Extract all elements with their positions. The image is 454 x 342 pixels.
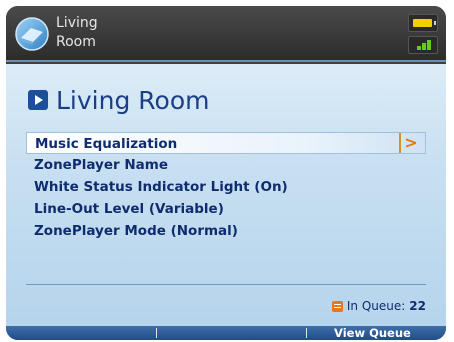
battery-icon	[408, 14, 438, 32]
view-queue-button[interactable]: View Queue	[334, 326, 411, 340]
menu-item-zoneplayer-mode[interactable]: ZonePlayer Mode (Normal)	[26, 220, 426, 242]
chevron-right-icon: >	[399, 133, 421, 153]
signal-icon	[408, 36, 438, 54]
header-bar: Living Room	[6, 6, 446, 62]
menu-item-label: Line-Out Level (Variable)	[34, 201, 224, 217]
screen-frame: Living Room Living Room Music Equalizati…	[6, 6, 446, 340]
header-title-line2: Room	[56, 34, 96, 50]
queue-label: In Queue:	[346, 299, 406, 313]
header-title: Living Room	[56, 14, 176, 52]
menu-item-label: Music Equalization	[35, 136, 178, 152]
settings-menu: Music Equalization > ZonePlayer Name Whi…	[26, 132, 426, 242]
menu-item-zoneplayer-name[interactable]: ZonePlayer Name	[26, 154, 426, 176]
menu-item-line-out-level[interactable]: Line-Out Level (Variable)	[26, 198, 426, 220]
settings-panel: Living Room Music Equalization > ZonePla…	[6, 64, 446, 326]
play-icon	[28, 90, 48, 110]
menu-item-status-light[interactable]: White Status Indicator Light (On)	[26, 176, 426, 198]
softkey-divider	[306, 328, 307, 338]
header-title-line1: Living	[56, 15, 98, 31]
menu-item-label: ZonePlayer Mode (Normal)	[34, 223, 238, 239]
softkey-divider	[156, 328, 157, 338]
page-title-row: Living Room	[28, 84, 209, 116]
menu-item-label: ZonePlayer Name	[34, 157, 168, 173]
room-icon	[15, 17, 49, 51]
queue-count: 22	[409, 299, 426, 313]
queue-icon	[331, 300, 343, 312]
menu-item-label: White Status Indicator Light (On)	[34, 179, 288, 195]
divider	[26, 284, 426, 285]
softkey-bar: View Queue	[6, 326, 446, 340]
menu-item-music-equalization[interactable]: Music Equalization >	[26, 132, 426, 154]
queue-status: In Queue: 22	[331, 298, 426, 314]
controller-screen: Living Room Living Room Music Equalizati…	[0, 0, 454, 342]
page-title: Living Room	[56, 85, 210, 115]
